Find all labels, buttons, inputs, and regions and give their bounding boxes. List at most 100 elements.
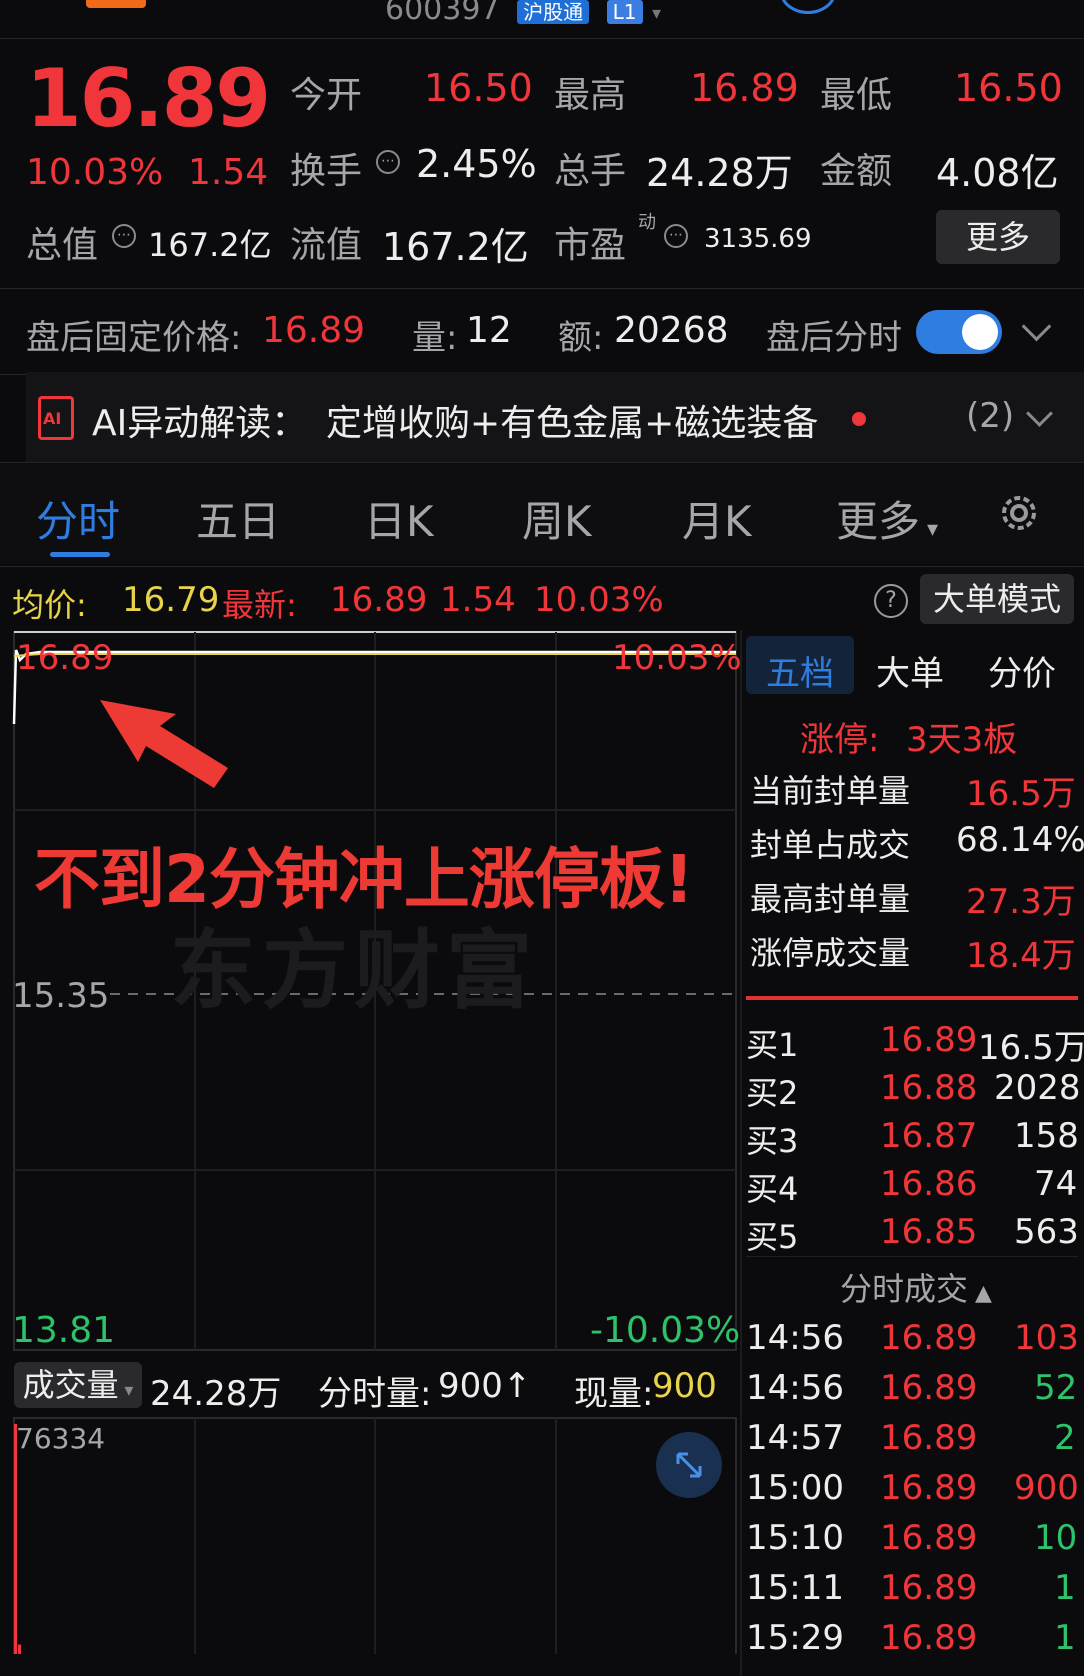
bid-volume: 563 xyxy=(1014,1212,1079,1252)
avg-price: 16.79 xyxy=(122,580,220,620)
latest-price: 16.89 xyxy=(330,580,428,620)
tab-five-day[interactable]: 五日 xyxy=(196,488,280,549)
trade-time: 14:56 xyxy=(746,1368,844,1408)
chart-bottom-price: 13.81 xyxy=(12,1310,116,1351)
unread-dot xyxy=(852,412,866,426)
volume-value: 24.28万 xyxy=(646,151,793,195)
indicator-selector[interactable]: 成交量 ▾ xyxy=(14,1362,142,1408)
open-label: 今开 xyxy=(290,75,363,116)
bid-volume: 16.5万 xyxy=(978,1028,1084,1068)
stat-value: 27.3万 xyxy=(966,882,1076,922)
latest-pct: 10.03% xyxy=(534,580,664,620)
ai-label: AI异动解读： xyxy=(92,403,308,444)
expand-icon[interactable] xyxy=(656,1432,722,1498)
stat-label: 涨停成交量 xyxy=(750,934,911,972)
stat-label: 封单占成交 xyxy=(750,826,911,864)
indicator-label: 成交量 xyxy=(22,1366,119,1404)
trades-title-label: 分时成交 xyxy=(840,1270,969,1308)
after-hours-vol-label: 量: xyxy=(412,318,458,358)
float-cap-label: 流值 xyxy=(290,225,363,266)
total-volume: 24.28万 xyxy=(150,1374,282,1414)
trade-volume: 1 xyxy=(1054,1618,1076,1658)
tab-five-levels-label: 五档 xyxy=(766,654,834,694)
trade-volume: 52 xyxy=(1034,1368,1078,1408)
after-hours-price: 16.89 xyxy=(262,310,366,351)
period-volume: 900↑ xyxy=(438,1366,532,1406)
trade-price: 16.89 xyxy=(880,1418,978,1458)
trade-time: 15:10 xyxy=(746,1518,844,1558)
tab-monthly-k[interactable]: 月K xyxy=(682,488,752,549)
large-order-mode-button[interactable]: 大单模式 xyxy=(920,574,1074,624)
trade-time: 14:56 xyxy=(746,1318,844,1358)
stock-header: 600397 沪股通 L1 ▾ xyxy=(0,0,1084,38)
pe-label: 市盈 xyxy=(554,225,627,266)
abs-change: 1.54 xyxy=(188,152,269,193)
chart-top-pct: 10.03% xyxy=(612,638,742,678)
current-volume: 900 xyxy=(652,1366,717,1406)
profile-icon[interactable] xyxy=(780,0,836,14)
after-hours-toggle-label: 盘后分时 xyxy=(766,318,902,358)
trade-price: 16.89 xyxy=(880,1518,978,1558)
chevron-down-icon[interactable]: ▾ xyxy=(652,3,661,24)
stat-label: 当前封单量 xyxy=(750,772,911,810)
volume-chart xyxy=(13,1417,737,1675)
tab-intraday[interactable]: 分时 xyxy=(36,488,120,549)
last-price: 16.89 xyxy=(26,52,271,145)
high-label: 最高 xyxy=(554,75,627,116)
tab-more[interactable]: 更多 ▾ xyxy=(836,488,938,549)
trade-volume: 1 xyxy=(1054,1568,1076,1608)
trade-volume: 103 xyxy=(1014,1318,1079,1358)
tab-price-distribution[interactable]: 分价 xyxy=(988,646,1056,695)
trade-volume: 10 xyxy=(1034,1518,1078,1558)
turnover-value: 2.45% xyxy=(416,142,537,186)
bid-price: 16.85 xyxy=(880,1212,978,1252)
trade-time: 14:57 xyxy=(746,1418,844,1458)
bid-label: 买5 xyxy=(746,1218,799,1256)
low-value: 16.50 xyxy=(954,66,1063,110)
trade-time: 15:11 xyxy=(746,1568,844,1608)
current-volume-label: 现量: xyxy=(574,1374,654,1414)
bid-price: 16.86 xyxy=(880,1164,978,1204)
app-logo xyxy=(86,0,146,8)
amount-label: 金额 xyxy=(820,151,893,192)
stat-label: 最高封单量 xyxy=(750,880,911,918)
info-icon[interactable]: ⋯ xyxy=(376,150,400,174)
ai-text: 定增收购+有色金属+磁选装备 xyxy=(326,403,819,444)
ai-count: (2) xyxy=(966,396,1015,436)
after-hours-toggle[interactable] xyxy=(916,310,1002,354)
bid-volume: 158 xyxy=(1014,1116,1079,1156)
limit-up-divider xyxy=(746,996,1078,1000)
float-cap-value: 167.2亿 xyxy=(382,225,529,269)
bid-label: 买4 xyxy=(746,1170,799,1208)
trade-price: 16.89 xyxy=(880,1468,978,1508)
help-icon[interactable]: ? xyxy=(874,584,908,618)
badge-hk-connect: 沪股通 xyxy=(517,0,590,24)
trade-volume: 900 xyxy=(1014,1468,1079,1508)
stock-code: 600397 沪股通 L1 ▾ xyxy=(385,0,661,27)
tab-weekly-k[interactable]: 周K xyxy=(522,488,592,549)
gear-icon[interactable] xyxy=(996,490,1042,536)
high-value: 16.89 xyxy=(690,66,799,110)
open-value: 16.50 xyxy=(424,66,533,110)
volume-max-label: 76334 xyxy=(16,1422,106,1455)
trade-price: 16.89 xyxy=(880,1368,978,1408)
info-icon[interactable]: ⋯ xyxy=(664,224,688,248)
low-label: 最低 xyxy=(820,75,893,116)
volume-label: 总手 xyxy=(554,151,627,192)
tab-large-orders[interactable]: 大单 xyxy=(876,646,944,695)
stat-value: 16.5万 xyxy=(966,774,1076,814)
bid-label: 买3 xyxy=(746,1122,799,1160)
more-button[interactable]: 更多 xyxy=(936,210,1060,264)
bid-price: 16.87 xyxy=(880,1116,978,1156)
bid-price: 16.88 xyxy=(880,1068,978,1108)
market-cap-label: 总值 xyxy=(26,225,99,266)
limit-up-value: 3天3板 xyxy=(906,720,1018,760)
tab-daily-k[interactable]: 日K xyxy=(364,488,434,549)
turnover-label: 换手 xyxy=(290,151,363,192)
trade-time: 15:29 xyxy=(746,1618,844,1658)
latest-label: 最新: xyxy=(222,586,297,624)
info-icon[interactable]: ⋯ xyxy=(112,224,136,248)
trades-title[interactable]: 分时成交 ▲ xyxy=(840,1264,992,1310)
chevron-down-icon[interactable] xyxy=(1021,311,1052,342)
chart-bottom-pct: -10.03% xyxy=(590,1310,741,1351)
